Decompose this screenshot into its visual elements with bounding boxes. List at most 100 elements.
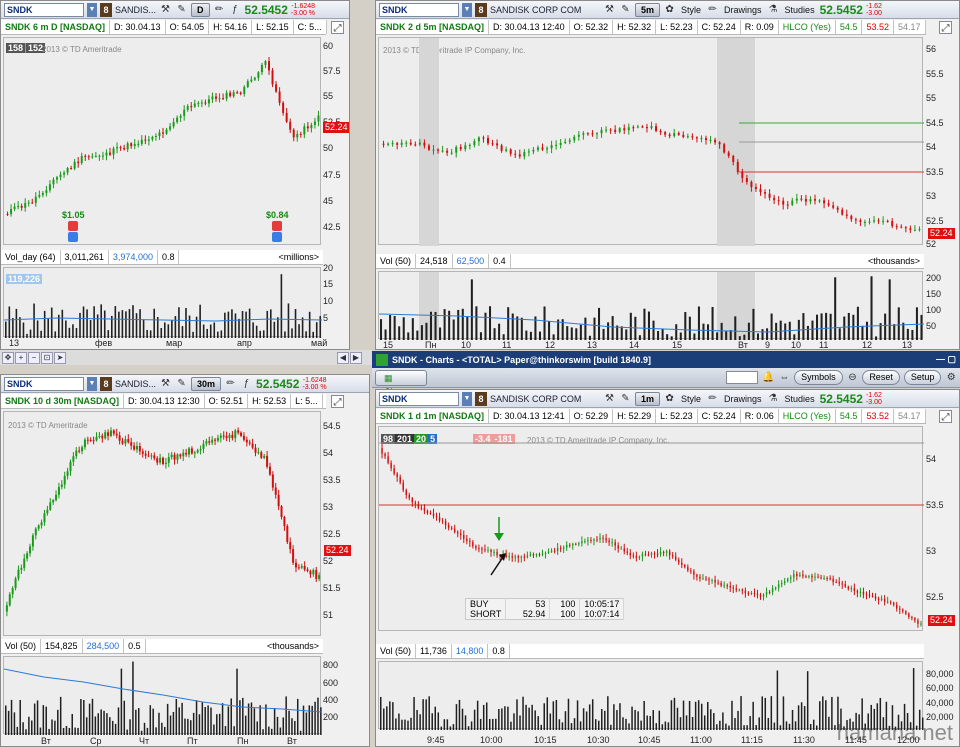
price-plot[interactable]: 158 152 2013 © TD Ameritrade $1.05 $0.84 (3, 37, 321, 245)
gear-icon[interactable]: ⚙ (945, 371, 957, 384)
price-axis[interactable]: 54 53.5 53 52.5 (924, 426, 959, 631)
volume-bar (476, 700, 479, 730)
volume-bar (531, 704, 533, 730)
window-controls[interactable]: — ▢ (936, 354, 960, 365)
candle-body (109, 430, 112, 436)
reset-button[interactable]: Reset (862, 370, 900, 385)
volume-plot[interactable] (378, 661, 924, 730)
studies-icon[interactable]: ⚗ (767, 392, 780, 405)
symbol-input[interactable]: SNDK (4, 2, 84, 17)
wrench-icon[interactable]: ⚒ (159, 3, 172, 16)
wrench-icon[interactable]: ⚒ (603, 3, 616, 16)
tools-icon[interactable]: ✎ (619, 392, 632, 405)
zoom-out-icon[interactable]: − (28, 351, 40, 364)
studies-icon[interactable]: ƒ (229, 3, 242, 16)
candle-body (381, 448, 383, 454)
volume-bar (593, 317, 596, 340)
drawings-button[interactable]: Drawings (722, 5, 764, 15)
hlco-study[interactable]: HLCO (Yes) (779, 20, 836, 34)
pan-icon[interactable]: ✥ (2, 351, 14, 364)
link-group-badge[interactable]: 8 (100, 376, 112, 391)
volume-plot[interactable] (3, 656, 322, 735)
scroll-right-icon[interactable]: ▶ (350, 351, 362, 364)
drawings-icon[interactable]: ✏ (706, 392, 719, 405)
time-axis[interactable]: Вт Ср Чт Пт Пн Вт (3, 736, 321, 746)
candle-body (133, 445, 136, 450)
symbol-input[interactable]: SNDK (4, 376, 84, 391)
volume-plot[interactable] (378, 271, 924, 340)
symbol-dropdown-icon[interactable]: ▼ (462, 2, 472, 17)
expand-icon[interactable]: ⤢ (331, 21, 344, 34)
candle-body (239, 92, 242, 94)
symbols-button[interactable]: Symbols (794, 370, 843, 385)
dividend-marker-2[interactable]: $0.84 (266, 210, 289, 242)
symbol-dropdown-icon[interactable]: ▼ (462, 391, 472, 406)
volume-plot[interactable]: 119,226 (3, 267, 322, 338)
volume-bar (520, 317, 523, 340)
volume-bar (187, 718, 189, 735)
link-icon[interactable]: ⇔ (779, 371, 791, 384)
price-axis[interactable]: 56 55.5 55 54.5 54 53.5 53 52.5 52 (924, 37, 959, 249)
hlco-study[interactable]: HLCO (Yes) (779, 409, 836, 423)
volume-bar (15, 308, 18, 338)
symbol-dropdown-icon[interactable]: ▼ (87, 2, 97, 17)
price-plot[interactable]: 2013 © TD Ameritrade (3, 411, 321, 636)
expand-icon[interactable]: ⤢ (331, 395, 344, 408)
expand-icon[interactable]: ⤢ (939, 410, 952, 423)
zoom-fit-icon[interactable]: ⊡ (41, 351, 53, 364)
aggregation-button[interactable]: 5m (635, 2, 661, 17)
volume-bar (195, 700, 198, 735)
cursor-icon[interactable]: ➤ (54, 351, 66, 364)
volume-bar (575, 328, 578, 340)
wrench-icon[interactable]: ⚒ (159, 377, 172, 390)
link-group-badge[interactable]: 8 (100, 2, 112, 17)
style-button[interactable]: Style (679, 5, 703, 15)
reset-icon[interactable]: ⊖ (847, 371, 859, 384)
link-group-badge[interactable]: 8 (475, 2, 487, 17)
time-axis[interactable]: 13 фев мар апр май (3, 338, 327, 349)
studies-icon[interactable]: ⚗ (767, 3, 780, 16)
symbol-input[interactable]: SNDK (379, 391, 459, 406)
candle-body (459, 146, 462, 150)
studies-icon[interactable]: ƒ (240, 377, 253, 390)
price-axis[interactable]: 54.5 54 53.5 53 52.5 52 51.5 51 (321, 411, 369, 636)
volume-bar (711, 306, 714, 340)
style-button[interactable]: Style (679, 394, 703, 404)
dividend-marker-1[interactable]: $1.05 (62, 210, 85, 242)
zoom-in-icon[interactable]: + (15, 351, 27, 364)
price-axis[interactable]: 60 57.5 55 52.5 50 47.5 45 42.5 (321, 37, 349, 245)
drawings-icon[interactable]: ✏ (706, 3, 719, 16)
setup-button[interactable]: Setup (903, 370, 942, 385)
tools-icon[interactable]: ✎ (175, 377, 188, 390)
tools-icon[interactable]: ✎ (619, 3, 632, 16)
candle-body (66, 471, 69, 476)
expand-icon[interactable]: ⤢ (939, 21, 952, 34)
volume-bar (897, 307, 900, 340)
style-icon[interactable]: ✿ (663, 3, 676, 16)
price-plot[interactable]: 2013 © TD Ameritrade IP Company, Inc. (378, 37, 924, 246)
symbol-input[interactable]: SNDK (379, 2, 459, 17)
charts-tab[interactable]: ▦ Charts (375, 369, 427, 397)
symbol-dropdown-icon[interactable]: ▼ (87, 376, 97, 391)
drawings-button[interactable]: Drawings (722, 394, 764, 404)
aggregation-button[interactable]: 1m (635, 391, 661, 406)
pencil-icon[interactable]: ✏ (224, 377, 237, 390)
candle-body (814, 199, 816, 201)
bell-icon[interactable]: 🔔 (762, 371, 774, 384)
time-axis[interactable]: 15 Пн 10 11 12 13 14 15 Вт 9 10 11 12 13 (378, 340, 923, 349)
pencil-icon[interactable]: ✏ (213, 3, 226, 16)
price-plot[interactable]: 98 201 20 5 -3.4 -181 2013 © TD Ameritra… (378, 426, 924, 631)
candle-body (277, 494, 280, 507)
studies-button[interactable]: Studies (783, 394, 817, 404)
style-icon[interactable]: ✿ (663, 392, 676, 405)
volume-bar (719, 720, 721, 730)
subbar-input[interactable] (725, 371, 759, 384)
aggregation-button[interactable]: 30m (191, 376, 222, 391)
link-group-badge[interactable]: 8 (475, 391, 487, 406)
studies-button[interactable]: Studies (783, 5, 817, 15)
scroll-left-icon[interactable]: ◀ (337, 351, 349, 364)
aggregation-button[interactable]: D (191, 2, 210, 17)
wrench-icon[interactable]: ⚒ (603, 392, 616, 405)
volume-bar (166, 703, 169, 735)
tools-icon[interactable]: ✎ (175, 3, 188, 16)
